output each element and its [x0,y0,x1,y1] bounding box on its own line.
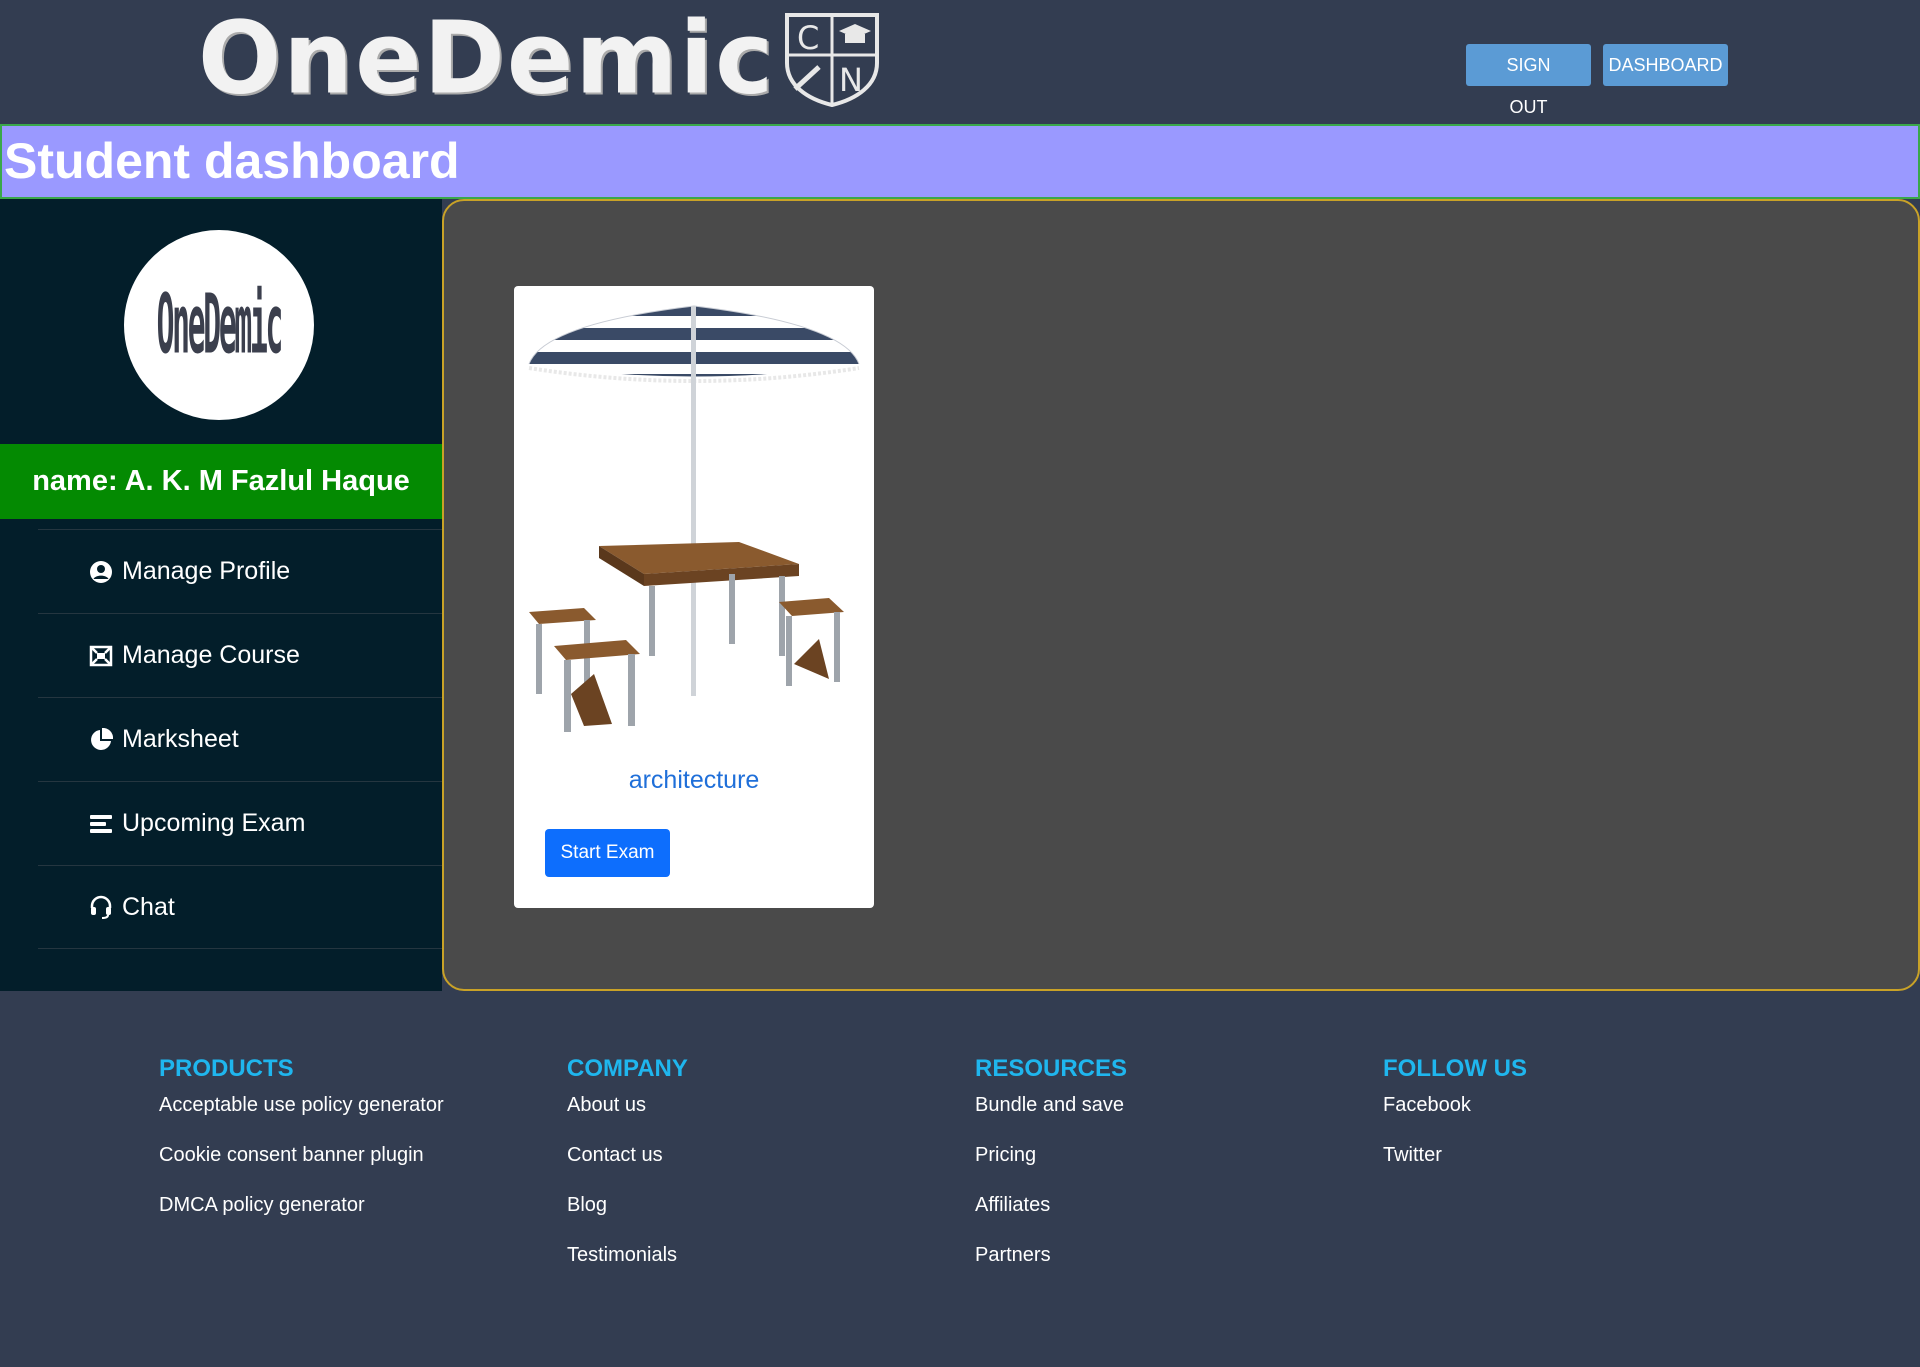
sidebar-item-label: Manage Profile [122,557,291,585]
logo-text: OneDemic [198,0,776,118]
sidebar-item-chat[interactable]: Chat [38,865,442,949]
course-title[interactable]: architecture [514,766,874,795]
dashboard-button[interactable]: DASHBOARD [1603,44,1728,86]
headset-icon [88,894,114,920]
sidebar-item-manage-profile[interactable]: Manage Profile [38,529,442,613]
course-image-picnic-table [528,305,860,732]
sidebar-item-label: Manage Course [122,641,300,669]
sign-out-button[interactable]: SIGN OUT [1466,44,1591,117]
sidebar-item-marksheet[interactable]: Marksheet [38,697,442,781]
student-name: name: A. K. M Fazlul Haque [32,465,410,497]
start-exam-button[interactable]: Start Exam [545,829,670,877]
course-icon [88,643,114,669]
footer-link[interactable]: Cookie consent banner plugin [159,1143,444,1167]
footer-link[interactable]: About us [567,1093,688,1117]
footer-heading: FOLLOW US [1383,1055,1527,1082]
student-name-bar: name: A. K. M Fazlul Haque [0,444,442,519]
sidebar-item-upcoming-exam[interactable]: Upcoming Exam [38,781,442,865]
footer-link[interactable]: DMCA policy generator [159,1193,444,1217]
footer-column-products: PRODUCTS Acceptable use policy generator… [159,1055,444,1243]
sidebar-item-label: Marksheet [122,725,239,753]
sidebar-item-label: Upcoming Exam [122,809,306,837]
footer-heading: COMPANY [567,1055,688,1082]
avatar-logo-text: OneDemic [156,277,284,373]
sidebar-menu: Manage Profile Manage Course Marksheet U… [38,529,442,949]
crest-letter-c: C [797,19,819,57]
course-card: architecture Start Exam [514,286,874,908]
footer-link[interactable]: Testimonials [567,1243,688,1267]
page-title: Student dashboard [4,133,460,189]
footer-link[interactable]: Contact us [567,1143,688,1167]
footer-link[interactable]: Pricing [975,1143,1127,1167]
onedemic-logo[interactable]: OneDemic C N [198,0,883,118]
sidebar: OneDemic name: A. K. M Fazlul Haque Mana… [0,199,442,991]
footer-column-company: COMPANY About us Contact us Blog Testimo… [567,1055,688,1293]
pie-chart-icon [88,727,114,753]
sidebar-item-manage-course[interactable]: Manage Course [38,613,442,697]
footer-heading: RESOURCES [975,1055,1128,1082]
footer-link-facebook[interactable]: Facebook [1383,1093,1527,1117]
footer-column-follow-us: FOLLOW US Facebook Twitter [1383,1055,1527,1193]
footer: PRODUCTS Acceptable use policy generator… [0,991,1920,1367]
main-panel: architecture Start Exam [442,199,1920,991]
footer-heading: PRODUCTS [159,1055,294,1082]
footer-link-twitter[interactable]: Twitter [1383,1143,1527,1167]
list-icon [88,811,114,837]
footer-column-resources: RESOURCES Bundle and save Pricing Affili… [975,1055,1127,1293]
footer-link[interactable]: Blog [567,1193,688,1217]
page-title-band: Student dashboard [0,124,1920,199]
footer-link[interactable]: Partners [975,1243,1127,1267]
crest-icon: C N [785,13,880,107]
sidebar-item-label: Chat [122,892,175,921]
top-header: OneDemic C N SIGN OUT DASHBOARD [0,0,1920,124]
user-circle-icon [88,559,114,585]
footer-link[interactable]: Acceptable use policy generator [159,1093,444,1117]
crest-letter-n: N [839,61,863,99]
footer-link[interactable]: Affiliates [975,1193,1127,1217]
footer-link[interactable]: Bundle and save [975,1093,1127,1117]
avatar: OneDemic [124,230,314,420]
